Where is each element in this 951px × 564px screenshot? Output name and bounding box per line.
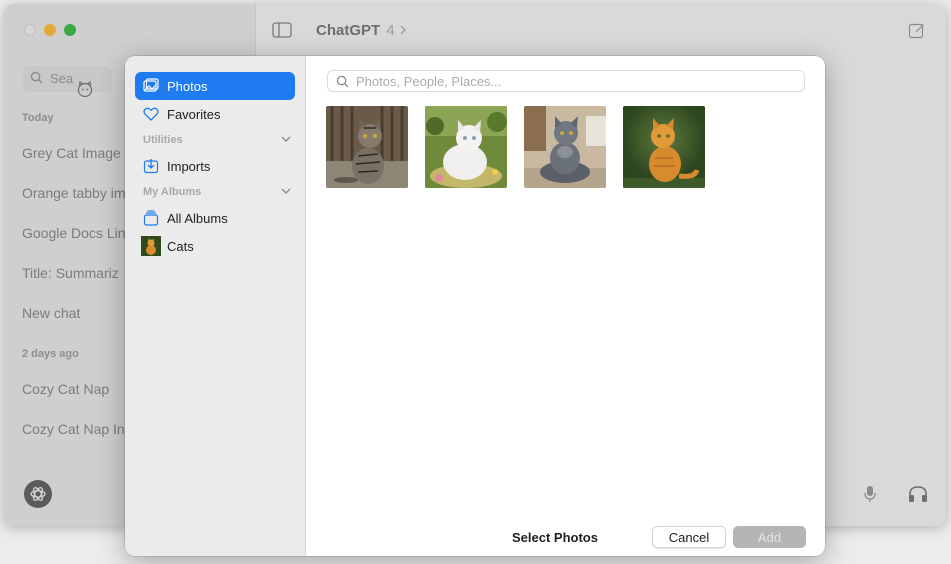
section-heading-my-albums[interactable]: My Albums	[143, 186, 293, 198]
chat-item[interactable]: Google Docs Lin	[22, 225, 126, 241]
sidebar-item-imports[interactable]: Imports	[135, 152, 295, 180]
chat-item[interactable]: New chat	[22, 305, 80, 321]
picker-main: Photos, People, Places... Select Photos …	[306, 56, 825, 556]
model-selector[interactable]: ChatGPT 4	[316, 22, 407, 39]
sidebar-item-cats[interactable]: Cats	[135, 232, 295, 260]
chevron-down-icon	[281, 188, 291, 194]
photos-search-placeholder: Photos, People, Places...	[356, 74, 502, 89]
chat-item[interactable]: Cozy Cat Nap In	[22, 421, 125, 437]
photo-thumbnail[interactable]	[623, 106, 705, 188]
sidebar-item-label: Imports	[167, 158, 211, 174]
new-chat-compose-icon[interactable]	[908, 22, 926, 40]
sidebar-item-all-albums[interactable]: All Albums	[135, 204, 295, 232]
photo-thumbnail[interactable]	[425, 106, 507, 188]
photo-grid	[326, 106, 705, 188]
microphone-icon[interactable]	[864, 485, 876, 503]
section-heading-utilities[interactable]: Utilities	[143, 134, 293, 146]
section-heading-2-days-ago: 2 days ago	[22, 348, 79, 360]
picker-sidebar: Photos Favorites Utilities Imports My Al…	[125, 56, 306, 556]
sidebar-item-label: Favorites	[167, 106, 221, 122]
photo-picker-dialog: Photos Favorites Utilities Imports My Al…	[125, 56, 825, 556]
toggle-sidebar-icon[interactable]	[272, 22, 292, 38]
chat-item[interactable]: Title: Summariz	[22, 265, 119, 281]
close-window-button[interactable]	[24, 24, 36, 36]
chat-item[interactable]: Grey Cat Image	[22, 145, 121, 161]
grey-cat-photo	[524, 106, 606, 188]
sidebar-item-photos[interactable]: Photos	[135, 72, 295, 100]
sidebar-item-label: Cats	[167, 238, 194, 254]
orange-cat-photo	[623, 106, 705, 188]
albums-stack-icon	[143, 210, 159, 226]
chat-item[interactable]: Orange tabby im	[22, 185, 126, 201]
minimize-window-button[interactable]	[44, 24, 56, 36]
photo-thumbnail[interactable]	[326, 106, 408, 188]
import-icon	[143, 159, 159, 174]
openai-logo-icon[interactable]	[24, 480, 52, 508]
heart-icon	[143, 107, 159, 121]
app-title-text: ChatGPT	[316, 22, 381, 39]
section-heading-label: Utilities	[143, 134, 183, 146]
model-version: 4	[386, 22, 395, 39]
photos-search-input[interactable]: Photos, People, Places...	[327, 70, 805, 92]
chat-item[interactable]: Cozy Cat Nap	[22, 381, 109, 397]
section-heading-label: My Albums	[143, 186, 202, 198]
chevron-down-icon	[281, 136, 291, 142]
chevron-right-icon	[400, 25, 406, 35]
photo-thumbnail[interactable]	[524, 106, 606, 188]
cat-face-icon	[77, 80, 93, 98]
headphones-icon[interactable]	[907, 484, 929, 504]
search-icon	[30, 71, 43, 84]
search-icon	[336, 75, 349, 88]
section-heading-today: Today	[22, 112, 54, 124]
sidebar-item-favorites[interactable]: Favorites	[135, 100, 295, 128]
white-cat-photo	[425, 106, 507, 188]
dialog-title: Select Photos	[512, 530, 598, 545]
cats-album-thumbnail	[141, 236, 161, 256]
sidebar-item-label: All Albums	[167, 210, 228, 226]
chat-search-placeholder: Sea	[50, 71, 74, 86]
chat-search-input[interactable]: Sea	[22, 66, 112, 92]
cancel-button[interactable]: Cancel	[652, 526, 726, 548]
add-button[interactable]: Add	[733, 526, 806, 548]
sidebar-item-label: Photos	[167, 78, 208, 94]
zoom-window-button[interactable]	[64, 24, 76, 36]
tabby-cat-photo	[326, 106, 408, 188]
photos-icon	[143, 78, 159, 92]
